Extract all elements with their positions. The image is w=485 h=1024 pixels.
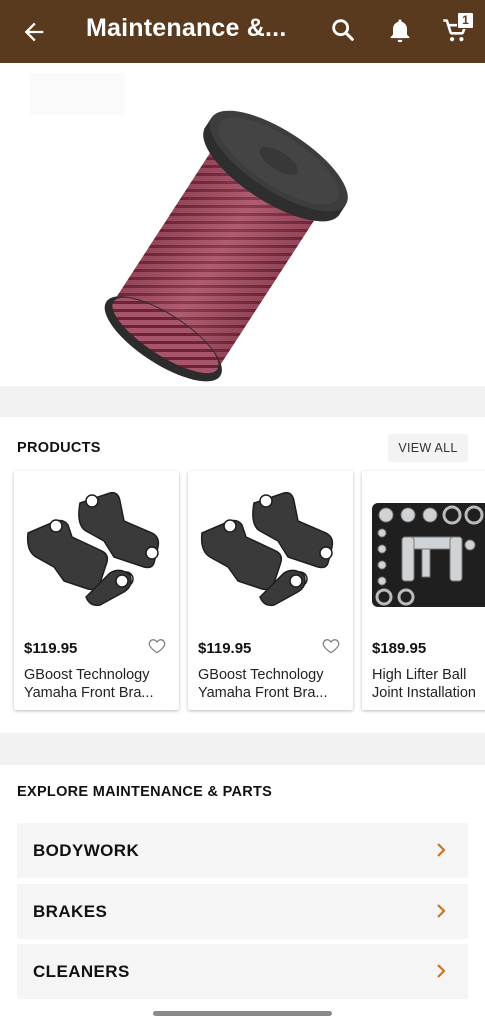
product-price: $189.95 [372,640,427,657]
product-price: $119.95 [24,640,78,657]
product-name: GBoost Technology Yamaha Front Bra... [198,666,348,702]
cart-count-badge: 1 [457,12,474,29]
product-card[interactable]: $119.95 GBoost Technology Yamaha Front B… [14,471,179,710]
products-title: PRODUCTS [17,440,101,456]
air-filter-image [30,73,348,382]
app-bar: Maintenance &... 1 [0,0,485,63]
product-name-line1: GBoost Technology [24,667,150,683]
category-label: BRAKES [33,902,108,921]
chevron-right-icon [437,964,446,978]
category-label: BODYWORK [33,841,140,860]
chevron-right-icon [437,843,446,857]
chevron-right-icon [437,904,446,918]
explore-title: EXPLORE MAINTENANCE & PARTS [17,784,273,800]
hero-banner[interactable] [0,63,485,386]
category-label: CLEANERS [33,962,130,981]
category-cleaners[interactable]: CLEANERS [17,944,468,999]
product-name-line2: Yamaha Front Bra... [24,685,154,701]
product-name-line1: High Lifter Ball [372,667,467,683]
category-brakes[interactable]: BRAKES [17,884,468,939]
bell-icon[interactable] [386,16,414,44]
ball-joint-tool-kit-image [372,503,485,607]
category-bodywork[interactable]: BODYWORK [17,823,468,878]
brake-pads-image [200,491,334,607]
product-name-line1: GBoost Technology [198,667,324,683]
back-arrow-icon[interactable] [20,18,48,46]
product-name: GBoost Technology Yamaha Front Bra... [24,666,174,702]
favorite-heart-icon[interactable] [147,636,167,656]
brake-pads-image [26,491,160,607]
product-price: $119.95 [198,640,252,657]
product-name-line2: Joint Installation [372,685,476,701]
product-card[interactable]: $189.95 High Lifter Ball Joint Installat… [362,471,485,710]
page-title: Maintenance &... [86,14,287,42]
view-all-button[interactable]: VIEW ALL [388,434,468,462]
product-name-line2: Yamaha Front Bra... [198,685,328,701]
favorite-heart-icon[interactable] [321,636,341,656]
search-icon[interactable] [329,16,357,44]
product-card[interactable]: $119.95 GBoost Technology Yamaha Front B… [188,471,353,710]
home-indicator[interactable] [153,1011,332,1016]
product-name: High Lifter Ball Joint Installation [372,666,485,702]
